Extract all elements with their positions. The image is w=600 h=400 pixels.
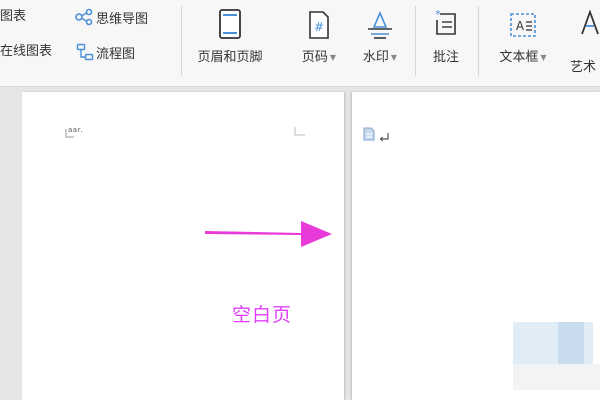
flowchart-button[interactable]: 流程图: [76, 43, 135, 66]
margin-corner-mark: [293, 122, 305, 141]
art-label: 艺术: [570, 60, 597, 75]
page-number-button[interactable]: # 页码 ▼: [284, 2, 354, 66]
online-chart-label: 在线图表: [0, 44, 53, 59]
mindmap-button[interactable]: 思维导图: [74, 8, 148, 31]
text-fragment: aar.: [68, 126, 84, 134]
online-chart-button[interactable]: 在线图表: [0, 44, 52, 60]
watermark-label: 水印: [362, 50, 389, 65]
document-icon: [362, 126, 376, 145]
flowchart-label: 流程图: [96, 46, 136, 62]
chevron-down-icon: ▼: [329, 53, 337, 62]
blank-page-label: 空白页: [232, 304, 293, 326]
page-number-icon: #: [307, 2, 331, 40]
watermark-icon: [366, 2, 394, 40]
mindmap-label: 思维导图: [96, 11, 149, 27]
comment-button[interactable]: * 批注: [411, 2, 481, 66]
watermark-blur: [558, 322, 584, 364]
art-icon: [580, 8, 600, 44]
watermark-button[interactable]: 水印 ▼: [345, 2, 415, 66]
comment-label: 批注: [432, 50, 459, 65]
header-footer-button[interactable]: 页眉和页脚: [195, 2, 265, 66]
chevron-down-icon: ▼: [390, 53, 398, 62]
watermark-blur: [513, 364, 600, 390]
ribbon-toolbar: 图表 在线图表 思维导图 流程图 页眉和页脚 # 页码 ▼ 水印 ▼ * 批注 …: [0, 0, 600, 87]
chevron-down-icon: ▼: [540, 53, 547, 62]
header-footer-icon: [218, 2, 242, 40]
textbox-icon: A: [508, 2, 538, 40]
chart-button[interactable]: 图表: [0, 9, 26, 25]
flowchart-icon: [76, 43, 94, 66]
chart-label: 图表: [0, 9, 27, 24]
header-footer-label: 页眉和页脚: [197, 50, 263, 65]
arrow-annotation: [205, 218, 335, 254]
art-button[interactable]: 艺术: [570, 60, 596, 76]
textbox-button[interactable]: A 文本框 ▼: [488, 2, 558, 66]
paragraph-mark: [379, 128, 392, 147]
comment-icon: *: [431, 2, 461, 40]
svg-text:#: #: [314, 20, 324, 34]
svg-text:A: A: [516, 19, 525, 33]
ribbon-separator: [478, 6, 479, 76]
page-number-label: 页码: [301, 50, 328, 65]
mindmap-icon: [74, 8, 94, 31]
ribbon-separator: [181, 6, 182, 76]
textbox-label: 文本框: [499, 50, 539, 65]
